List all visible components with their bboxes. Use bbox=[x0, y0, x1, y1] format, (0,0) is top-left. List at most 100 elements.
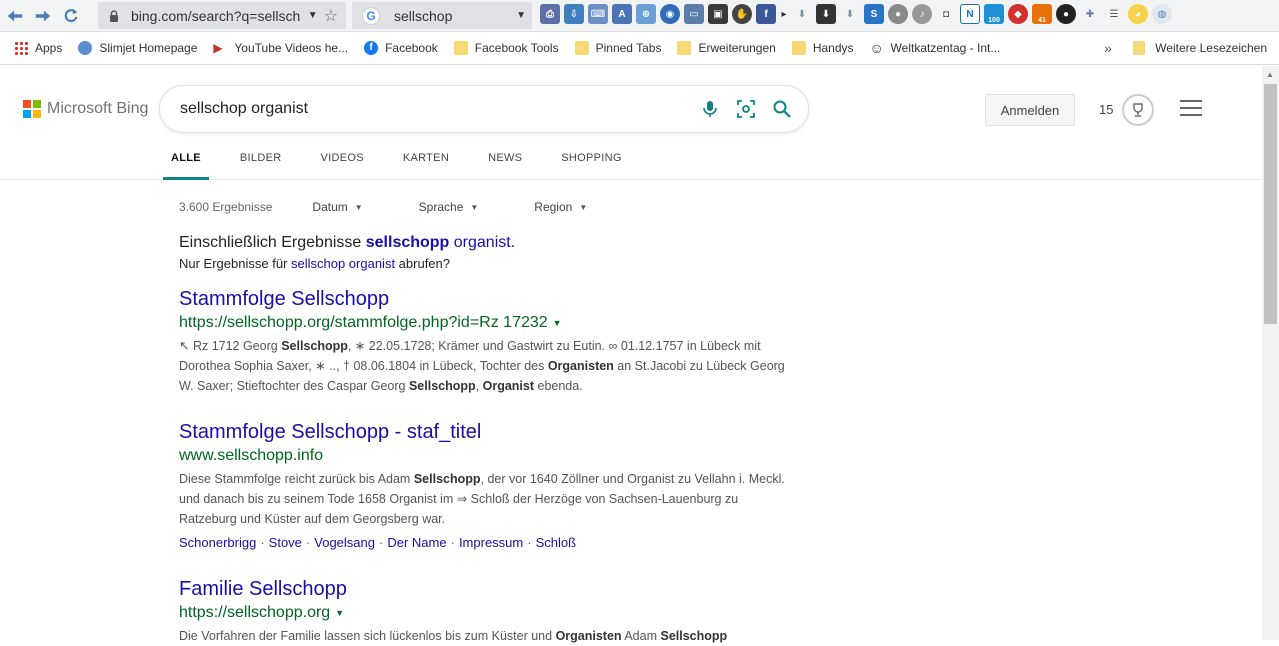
download-icon[interactable]: ⇩ bbox=[564, 4, 584, 24]
star-icon[interactable]: ☆ bbox=[324, 6, 338, 26]
hand-icon[interactable]: ✋ bbox=[732, 4, 752, 24]
rewards-trophy-icon[interactable] bbox=[1122, 94, 1154, 126]
signin-button[interactable]: Anmelden bbox=[985, 94, 1075, 126]
caret-down-icon[interactable]: ▼ bbox=[335, 602, 344, 624]
n-ext-icon[interactable]: N bbox=[960, 4, 980, 24]
download-arrow-icon[interactable]: ⬇ bbox=[840, 4, 860, 24]
result-filters: 3.600 Ergebnisse Datum ▼ Sprache ▼ Region ▼ bbox=[179, 200, 643, 214]
result-url[interactable]: www.sellschopp.info bbox=[179, 445, 323, 467]
filter-datum[interactable]: Datum ▼ bbox=[312, 200, 362, 214]
tab-karten[interactable]: KARTEN bbox=[403, 144, 449, 180]
music-icon[interactable]: ♪ bbox=[912, 4, 932, 24]
caret-down-icon[interactable]: ▼ bbox=[553, 312, 562, 334]
back-button[interactable] bbox=[2, 3, 28, 29]
rewards-count[interactable]: 15 bbox=[1099, 102, 1113, 117]
result-deeplinks: Schonerbrigg · Stove · Vogelsang · Der Name · Im… bbox=[179, 535, 799, 550]
globe-settings-icon[interactable]: ◍ bbox=[1152, 4, 1172, 24]
globe-icon[interactable]: ◉ bbox=[660, 4, 680, 24]
result-title[interactable]: Familie Sellschopp bbox=[179, 576, 799, 602]
search-result: Familie Sellschopp https://sellschopp.or… bbox=[179, 576, 799, 646]
tab-bilder[interactable]: BILDER bbox=[240, 144, 282, 180]
emoji-icon[interactable]: ◕ bbox=[1128, 4, 1148, 24]
folder-icon bbox=[453, 41, 468, 55]
deeplink[interactable]: Stove bbox=[269, 535, 302, 550]
search-button[interactable] bbox=[764, 91, 800, 127]
bing-logo[interactable]: Microsoft Bing bbox=[23, 100, 148, 118]
only-results-link[interactable]: sellschop organist bbox=[291, 256, 395, 271]
only-prefix: Nur Ergebnisse für bbox=[179, 256, 291, 271]
result-url[interactable]: https://sellschopp.org/stammfolge.php?id… bbox=[179, 312, 548, 334]
tab-alle[interactable]: ALLE bbox=[163, 144, 209, 180]
search-input[interactable] bbox=[160, 86, 692, 132]
download-arrow-icon[interactable]: ⬇ bbox=[792, 4, 812, 24]
result-url-row: https://sellschopp.org/stammfolge.php?id… bbox=[179, 312, 799, 334]
playlist-icon[interactable]: ☰ bbox=[1104, 4, 1124, 24]
result-title[interactable]: Stammfolge Sellschopp - staf_titel bbox=[179, 419, 799, 445]
result-title[interactable]: Stammfolge Sellschopp bbox=[179, 286, 799, 312]
search-box bbox=[159, 85, 809, 133]
search-extension-query: sellschop bbox=[394, 7, 453, 24]
download-box-icon[interactable]: ⬇ bbox=[816, 4, 836, 24]
reload-button[interactable] bbox=[58, 3, 84, 29]
camera-icon[interactable]: ◘ bbox=[936, 4, 956, 24]
z-ext-icon[interactable]: 100 bbox=[984, 4, 1004, 24]
more-bookmarks-button[interactable]: » bbox=[1104, 40, 1112, 56]
deeplink[interactable]: Schonerbrigg bbox=[179, 535, 256, 550]
filter-sprache[interactable]: Sprache ▼ bbox=[419, 200, 479, 214]
bookmark-weltkatzentag[interactable]: ☺ Weltkatzentag - Int... bbox=[870, 41, 1001, 55]
deeplink[interactable]: Impressum bbox=[459, 535, 523, 550]
address-bar[interactable]: bing.com/search?q=sellsch ▼ ☆ bbox=[98, 2, 346, 29]
logo-text: Microsoft Bing bbox=[47, 100, 149, 117]
caret-down-icon: ▼ bbox=[354, 202, 363, 212]
including-term[interactable]: sellschopp bbox=[366, 234, 450, 251]
visual-search-button[interactable] bbox=[728, 91, 764, 127]
tab-news[interactable]: NEWS bbox=[488, 144, 522, 180]
bookmark-slimjet[interactable]: Slimjet Homepage bbox=[78, 41, 197, 55]
result-url[interactable]: https://sellschopp.org bbox=[179, 602, 330, 624]
bookmark-apps[interactable]: Apps bbox=[14, 41, 62, 55]
including-link[interactable]: organist bbox=[449, 234, 511, 251]
chevron-down-icon[interactable]: ▼ bbox=[516, 10, 526, 21]
deeplink[interactable]: Vogelsang bbox=[314, 535, 375, 550]
scrollbar-thumb[interactable] bbox=[1264, 84, 1277, 324]
folder-icon bbox=[677, 41, 692, 55]
filter-label: Datum bbox=[312, 200, 348, 214]
window-icon[interactable]: ▭ bbox=[684, 4, 704, 24]
tab-shopping[interactable]: SHOPPING bbox=[561, 144, 621, 180]
s-ext-icon[interactable]: S bbox=[864, 4, 884, 24]
bookmark-youtube[interactable]: ▶ YouTube Videos he... bbox=[213, 41, 348, 55]
zoom-icon[interactable]: ⊕ bbox=[636, 4, 656, 24]
print-icon[interactable]: ⎙ bbox=[540, 4, 560, 24]
separator: · bbox=[305, 535, 311, 550]
bookmark-facebook[interactable]: f Facebook bbox=[364, 41, 438, 55]
voice-search-button[interactable] bbox=[692, 91, 728, 127]
deeplink[interactable]: Schloß bbox=[536, 535, 576, 550]
keyboard-icon[interactable]: ⌨ bbox=[588, 4, 608, 24]
forward-button[interactable] bbox=[30, 3, 56, 29]
bookmark-facebook-tools[interactable]: Facebook Tools bbox=[453, 41, 559, 55]
search-tabs: ALLE BILDER VIDEOS KARTEN NEWS SHOPPING bbox=[163, 144, 661, 180]
chat-icon[interactable]: ● bbox=[888, 4, 908, 24]
bookmark-erweiterungen[interactable]: Erweiterungen bbox=[677, 41, 776, 55]
deeplink[interactable]: Der Name bbox=[387, 535, 446, 550]
translate-icon[interactable]: A bbox=[612, 4, 632, 24]
hamburger-menu-icon[interactable] bbox=[1180, 100, 1202, 116]
chevron-down-icon[interactable]: ▼ bbox=[308, 10, 318, 21]
red-ext-icon[interactable]: ◆ bbox=[1008, 4, 1028, 24]
scroll-up-arrow-icon[interactable]: ▲ bbox=[1266, 70, 1274, 79]
separator: · bbox=[379, 535, 384, 550]
filter-region[interactable]: Region ▼ bbox=[534, 200, 587, 214]
tab-videos[interactable]: VIDEOS bbox=[320, 144, 363, 180]
puzzle-icon[interactable]: ✚ bbox=[1080, 4, 1100, 24]
mail-ext-icon[interactable]: 41 bbox=[1032, 4, 1052, 24]
search-extension-box[interactable]: G sellschop ▼ bbox=[352, 2, 532, 29]
bookmark-pinned-tabs[interactable]: Pinned Tabs bbox=[574, 41, 661, 55]
film-icon[interactable]: ▣ bbox=[708, 4, 728, 24]
result-snippet: Die Vorfahren der Familie lassen sich lü… bbox=[179, 629, 728, 643]
facebook-ext-icon[interactable]: f bbox=[756, 4, 776, 24]
bookmark-handys[interactable]: Handys bbox=[791, 41, 854, 55]
cat-icon[interactable]: ● bbox=[1056, 4, 1076, 24]
arrow-right-icon bbox=[35, 10, 51, 21]
chevron-right-icon[interactable]: ▸ bbox=[780, 4, 788, 24]
other-bookmarks[interactable]: Weitere Lesezeichen bbox=[1133, 41, 1267, 55]
